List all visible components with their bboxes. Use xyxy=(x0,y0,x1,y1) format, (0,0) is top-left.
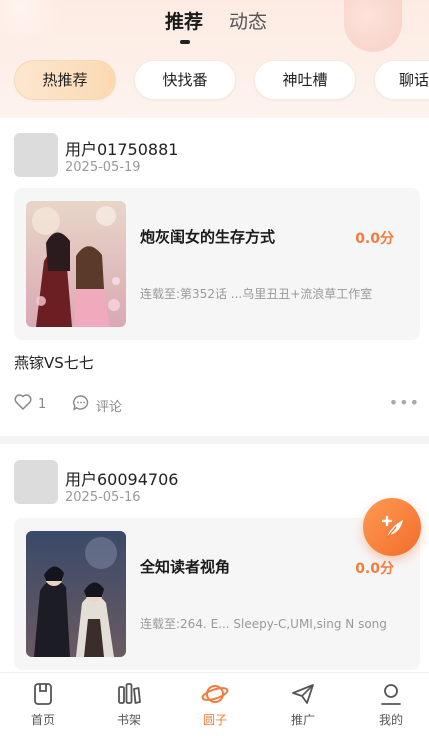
like-count: 1 xyxy=(38,396,47,412)
post-divider xyxy=(0,436,429,444)
post-card: 用户01750881 2025-05-19 炮灰闺女的生存方式 0.0分 连载至… xyxy=(0,118,429,438)
more-options-icon[interactable]: ••• xyxy=(389,395,420,411)
post-card: 用户60094706 2025-05-16 全知读者视角 0.0分 连载至:26… xyxy=(0,444,429,672)
active-tab-indicator xyxy=(180,40,190,44)
comic-cover xyxy=(26,201,126,327)
category-roast[interactable]: 神吐槽 xyxy=(254,60,356,100)
paper-plane-icon xyxy=(268,681,338,707)
planet-icon xyxy=(180,681,250,707)
avatar[interactable] xyxy=(14,460,58,504)
comic-card[interactable]: 炮灰闺女的生存方式 0.0分 连载至:第352话 ...乌里丑丑+流浪草工作室 xyxy=(14,188,420,340)
category-chat[interactable]: 聊话 xyxy=(374,60,429,100)
nav-promote-label: 推广 xyxy=(290,713,315,727)
nav-bookshelf[interactable]: 书架 xyxy=(94,681,164,737)
post-username[interactable]: 用户60094706 xyxy=(65,466,178,490)
nav-circle[interactable]: 圆子 xyxy=(180,681,250,737)
comment-label: 评论 xyxy=(96,399,123,415)
nav-circle-label: 圆子 xyxy=(202,713,227,727)
nav-promote[interactable]: 推广 xyxy=(268,681,338,737)
category-pills: 热推荐 快找番 神吐槽 聊话 xyxy=(0,60,429,102)
post-username[interactable]: 用户01750881 xyxy=(65,136,178,160)
nav-home-label: 首页 xyxy=(30,713,55,727)
category-hot-recommend[interactable]: 热推荐 xyxy=(14,60,116,100)
comic-score: 0.0分 xyxy=(355,561,394,577)
nav-bookshelf-label: 书架 xyxy=(116,713,141,727)
nav-home[interactable]: 首页 xyxy=(8,681,78,737)
user-icon xyxy=(356,681,426,707)
heart-icon xyxy=(14,394,38,414)
comic-title: 炮灰闺女的生存方式 xyxy=(140,228,276,246)
category-quick-find[interactable]: 快找番 xyxy=(134,60,236,100)
comic-score: 0.0分 xyxy=(355,231,394,247)
nav-profile[interactable]: 我的 xyxy=(356,681,426,737)
comic-card[interactable]: 全知读者视角 0.0分 连载至:264. E... Sleepy-C,UMI,s… xyxy=(14,518,420,670)
comic-meta: 连载至:第352话 ...乌里丑丑+流浪草工作室 xyxy=(140,287,373,301)
post-date: 2025-05-19 xyxy=(65,160,141,175)
like-button[interactable]: 1 xyxy=(14,394,46,414)
avatar[interactable] xyxy=(14,133,58,177)
post-text[interactable]: 燕镓VS七七 xyxy=(14,352,94,373)
post-actions: 1 评论 ••• xyxy=(14,394,424,416)
comic-cover xyxy=(26,531,126,657)
tab-recommend[interactable]: 推荐 xyxy=(165,8,203,36)
nav-profile-label: 我的 xyxy=(378,713,403,727)
home-icon xyxy=(8,681,78,707)
comment-icon xyxy=(72,394,96,416)
top-tab-bar: 推荐 动态 xyxy=(0,8,429,44)
bookshelf-icon xyxy=(94,681,164,707)
tab-feed[interactable]: 动态 xyxy=(229,8,267,36)
comic-meta: 连载至:264. E... Sleepy-C,UMI,sing N song xyxy=(140,617,387,631)
create-post-button[interactable] xyxy=(363,498,421,556)
comic-title: 全知读者视角 xyxy=(140,558,231,576)
post-date: 2025-05-16 xyxy=(65,490,141,505)
bottom-navigation: 首页 书架 圆子 推广 我的 xyxy=(0,672,429,740)
comment-button[interactable]: 评论 xyxy=(72,394,122,416)
